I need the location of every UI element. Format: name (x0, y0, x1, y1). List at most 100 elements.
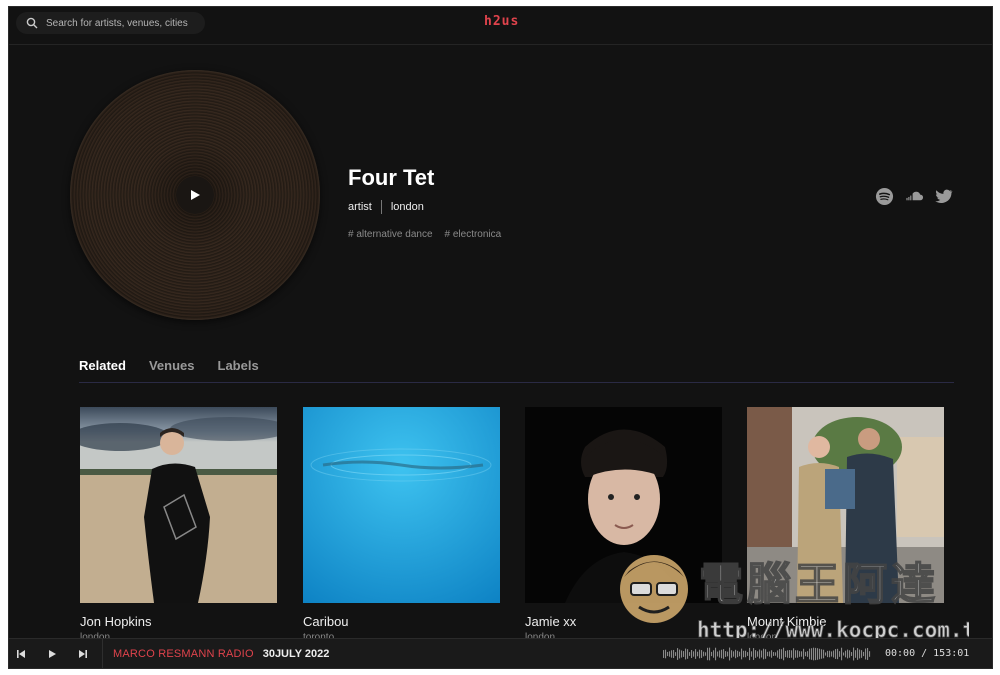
waveform-bar (865, 648, 867, 660)
artist-meta: artist london (348, 200, 424, 214)
related-artist-card[interactable]: Caribou toronto (303, 407, 500, 643)
soundcloud-icon[interactable] (905, 187, 924, 206)
waveform-bar (679, 649, 681, 659)
waveform-bar (735, 649, 737, 659)
waveform-bar (773, 652, 775, 656)
waveform-bar (705, 652, 707, 656)
logo[interactable]: h2us (484, 14, 519, 29)
related-artist-name[interactable]: Jamie xx (525, 614, 722, 629)
waveform-bar (673, 649, 675, 659)
waveform-bar (841, 647, 843, 661)
waveform-bar (707, 647, 709, 661)
waveform-bar (671, 650, 673, 658)
waveform-bar (843, 652, 845, 656)
waveform-bar (813, 647, 815, 661)
waveform-bar (849, 650, 851, 658)
waveform-bar (809, 648, 811, 660)
waveform-bar (701, 650, 703, 658)
waveform-bar (819, 648, 821, 660)
waveform-bar (795, 650, 797, 658)
waveform-bar (831, 651, 833, 657)
related-artist-card[interactable]: Jon Hopkins london (80, 407, 277, 643)
waveform-bar (687, 649, 689, 659)
waveform-bar (863, 651, 865, 657)
related-artist-card[interactable]: Mount Kimbie london (747, 407, 944, 643)
waveform-scrubber[interactable] (663, 647, 873, 661)
waveform-bar (695, 649, 697, 659)
waveform-bar (719, 650, 721, 658)
waveform-bar (739, 651, 741, 657)
genre-tag[interactable]: # electronica (445, 229, 502, 240)
waveform-bar (681, 650, 683, 658)
waveform-bar (667, 651, 669, 657)
vinyl-artwork (70, 70, 320, 320)
waveform-bar (857, 648, 859, 660)
related-artist-name[interactable]: Mount Kimbie (747, 614, 944, 629)
next-button[interactable] (76, 647, 90, 661)
waveform-bar (751, 651, 753, 657)
search-box[interactable] (16, 12, 205, 34)
genre-tag[interactable]: # alternative dance (348, 229, 433, 240)
playback-time: 00:00 / 153:01 (885, 648, 970, 659)
social-links (875, 187, 954, 206)
waveform-bar (753, 648, 755, 660)
waveform-bar (733, 651, 735, 657)
waveform-bar (851, 652, 853, 656)
waveform-bar (713, 650, 715, 658)
waveform-bar (771, 650, 773, 658)
tab-labels[interactable]: Labels (218, 358, 259, 373)
waveform-bar (697, 651, 699, 657)
waveform-bar (791, 650, 793, 658)
waveform-bar (675, 652, 677, 656)
waveform-bar (689, 652, 691, 656)
waveform-bar (797, 650, 799, 658)
search-input[interactable] (46, 17, 196, 29)
waveform-bar (787, 650, 789, 658)
waveform-bar (743, 650, 745, 658)
waveform-bar (867, 648, 869, 660)
waveform-bar (721, 649, 723, 659)
player-play-button[interactable] (45, 647, 59, 661)
waveform-bar (765, 649, 767, 659)
waveform-bar (715, 647, 717, 661)
meta-divider (380, 200, 382, 214)
spotify-icon[interactable] (875, 187, 894, 206)
related-artist-card[interactable]: Jamie xx london (525, 407, 722, 643)
waveform-bar (723, 649, 725, 659)
waveform-bar (783, 647, 785, 661)
artist-city[interactable]: london (391, 201, 424, 213)
waveform-bar (757, 651, 759, 657)
waveform-bar (749, 647, 751, 661)
waveform-bar (801, 651, 803, 657)
waveform-bar (827, 650, 829, 658)
tab-venues[interactable]: Venues (149, 358, 195, 373)
play-icon (49, 649, 56, 658)
waveform-bar (777, 650, 779, 658)
waveform-bar (669, 651, 671, 657)
waveform-bar (805, 651, 807, 657)
player-divider (102, 638, 103, 668)
tab-bar: Related Venues Labels (79, 358, 259, 373)
waveform-bar (853, 647, 855, 661)
waveform-bar (729, 647, 731, 661)
skip-forward-icon (79, 649, 87, 658)
play-button[interactable] (176, 176, 214, 214)
waveform-bar (709, 647, 711, 661)
waveform-bar (677, 648, 679, 660)
waveform-bar (769, 651, 771, 657)
waveform-bar (861, 650, 863, 658)
waveform-bar (747, 652, 749, 656)
now-playing-title[interactable]: MARCO RESMANN RADIO (113, 648, 254, 660)
artist-type: artist (348, 201, 372, 213)
related-artist-name[interactable]: Jon Hopkins (80, 614, 277, 629)
now-playing-date: 30JULY 2022 (262, 647, 330, 660)
waveform-bar (781, 649, 783, 659)
waveform-bar (685, 648, 687, 660)
twitter-icon[interactable] (935, 187, 954, 206)
waveform-bar (663, 650, 665, 658)
previous-button[interactable] (14, 647, 28, 661)
waveform-bar (799, 651, 801, 657)
related-artist-name[interactable]: Caribou (303, 614, 500, 629)
waveform-bar (835, 649, 837, 659)
tab-related[interactable]: Related (79, 358, 126, 373)
